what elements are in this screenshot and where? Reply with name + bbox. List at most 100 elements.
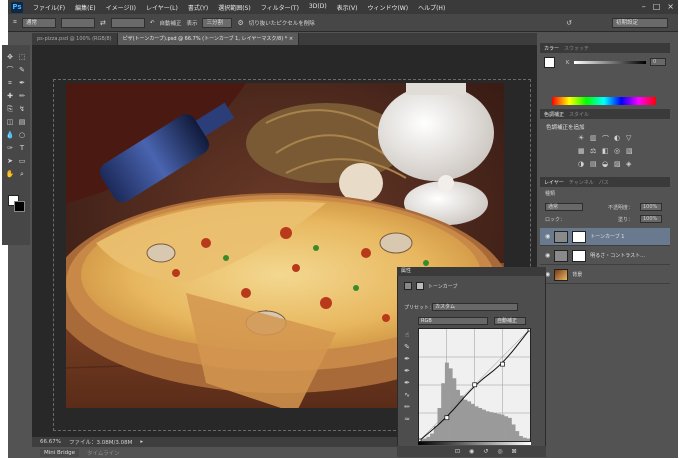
tab-color[interactable]: カラー	[544, 45, 559, 52]
doc-size-info[interactable]: ファイル：3.08M/3.08M	[69, 438, 132, 446]
tab-adjustments[interactable]: 色調補正	[544, 111, 564, 118]
curve-edit-icon[interactable]: ∿	[401, 390, 413, 400]
reset-icon[interactable]: ↺	[483, 448, 488, 455]
crop-tool-icon[interactable]: ⌗	[13, 18, 17, 27]
blur-icon[interactable]: 💧	[5, 131, 15, 140]
layer-row[interactable]: ◉ トーンカーブ 1	[540, 228, 670, 246]
layer-name[interactable]: 背景	[572, 271, 582, 278]
pencil-sample-icon[interactable]: ✎	[401, 342, 413, 352]
menu-item[interactable]: イメージ(I)	[101, 3, 141, 12]
gear-icon[interactable]: ⚙	[237, 19, 243, 27]
menu-item[interactable]: ウィンドウ(W)	[362, 3, 413, 12]
reset-icon[interactable]: ↺	[566, 19, 572, 27]
fill-input[interactable]: 100%	[640, 215, 662, 223]
properties-panel-header[interactable]: 属性	[397, 267, 546, 276]
eyedropper-gray-icon[interactable]: ✒	[401, 366, 413, 376]
curve-control-point[interactable]	[527, 326, 533, 332]
document-tab[interactable]: ps-pizza.psd @ 100% (RGB/8)	[32, 33, 118, 45]
tab-styles[interactable]: スタイル	[569, 111, 589, 118]
zoom-icon[interactable]: ⌕	[17, 170, 27, 179]
menu-item[interactable]: ヘルプ(H)	[413, 3, 450, 12]
preset-select[interactable]: カスタム	[432, 303, 518, 311]
k-slider[interactable]	[574, 61, 646, 64]
trash-icon[interactable]: ⊠	[512, 448, 517, 455]
marquee-icon[interactable]: ⬚	[17, 53, 27, 62]
quick-select-icon[interactable]: ✎	[17, 66, 27, 75]
clip-to-layer-icon[interactable]: ⊡	[455, 448, 460, 455]
selective-color-icon[interactable]: ◈	[626, 160, 631, 168]
ratio-select[interactable]: 通常	[21, 17, 56, 28]
color-balance-icon[interactable]: ⚖	[590, 147, 596, 155]
menu-item[interactable]: ファイル(F)	[28, 3, 70, 12]
hand-icon[interactable]: ✋	[5, 170, 15, 179]
menu-item[interactable]: フィルター(T)	[256, 3, 304, 12]
kind-filter[interactable]: 種類	[545, 190, 555, 197]
lasso-icon[interactable]: ⌒	[5, 66, 15, 75]
eye-icon[interactable]: ◉	[545, 252, 550, 259]
tab-swatches[interactable]: スウォッチ	[564, 45, 589, 52]
opacity-input[interactable]: 100%	[640, 203, 662, 211]
pencil-icon[interactable]: ✏	[401, 402, 413, 412]
straighten-label[interactable]: 自動補正	[159, 19, 181, 27]
curve-control-point[interactable]	[444, 415, 450, 421]
bottom-tab[interactable]: Mini Bridge	[40, 448, 79, 457]
type-icon[interactable]: T	[17, 144, 27, 153]
curves-icon[interactable]: ⌒	[602, 134, 609, 144]
layer-row[interactable]: ◉ 背景	[540, 266, 670, 284]
hue-icon[interactable]: ▦	[578, 147, 585, 155]
vibrance-icon[interactable]: ▽	[626, 134, 631, 142]
path-select-icon[interactable]: ➤	[5, 157, 15, 166]
delete-cropped-checkbox[interactable]: 切り抜いたピクセルを削除	[249, 19, 315, 27]
threshold-icon[interactable]: ◒	[602, 160, 608, 168]
k-value-input[interactable]: 0	[650, 58, 666, 66]
bw-icon[interactable]: ◧	[602, 147, 609, 155]
channel-select[interactable]: RGB	[418, 317, 488, 325]
curve-control-point[interactable]	[472, 382, 478, 388]
healing-icon[interactable]: ✚	[5, 92, 15, 101]
eye-icon[interactable]: ◉	[545, 233, 550, 240]
exposure-icon[interactable]: ◐	[614, 134, 620, 142]
brush-icon[interactable]: ✏	[17, 92, 27, 101]
menu-item[interactable]: レイヤー(L)	[141, 3, 183, 12]
background-color-swatch[interactable]	[14, 201, 25, 212]
smooth-icon[interactable]: ≈	[401, 414, 413, 424]
channel-mixer-icon[interactable]: ▧	[626, 147, 633, 155]
brightness-icon[interactable]: ☀	[578, 134, 584, 142]
tab-paths[interactable]: パス	[599, 179, 609, 186]
menu-item[interactable]: 表示(V)	[332, 3, 363, 12]
bottom-tab[interactable]: タイムライン	[83, 448, 124, 458]
layer-mask-thumbnail[interactable]	[572, 249, 587, 262]
minimize-icon[interactable]: –	[642, 2, 646, 11]
tab-channels[interactable]: チャンネル	[569, 179, 594, 186]
menu-item[interactable]: 3D(D)	[304, 3, 332, 12]
eyedropper-icon[interactable]: ✒	[17, 79, 27, 88]
tab-layers[interactable]: レイヤー	[544, 179, 564, 186]
workspace-select[interactable]: 初期設定	[612, 17, 668, 28]
history-brush-icon[interactable]: ↯	[17, 105, 27, 114]
view-previous-icon[interactable]: ◉	[469, 448, 474, 455]
menu-item[interactable]: 選択範囲(S)	[213, 3, 256, 12]
overlay-select[interactable]: 三分割	[202, 17, 233, 28]
crop-icon[interactable]: ⌗	[5, 79, 15, 88]
height-input[interactable]	[110, 17, 145, 28]
stamp-icon[interactable]: ⎘	[5, 105, 15, 114]
dodge-icon[interactable]: ○	[17, 131, 27, 140]
close-icon[interactable]: ×	[667, 2, 674, 11]
gradient-map-icon[interactable]: ▨	[614, 160, 621, 168]
width-input[interactable]	[60, 17, 95, 28]
gradient-icon[interactable]: ▤	[17, 118, 27, 127]
curve-control-point[interactable]	[416, 438, 422, 444]
curve-control-point[interactable]	[500, 361, 505, 367]
curves-graph[interactable]	[416, 326, 533, 444]
layer-mask-thumbnail[interactable]	[572, 230, 587, 243]
maximize-icon[interactable]: □	[653, 2, 661, 11]
foreground-swatch[interactable]	[544, 57, 555, 68]
hand-adjust-icon[interactable]: ☝	[401, 330, 413, 340]
mask-icon[interactable]	[416, 282, 424, 290]
layer-name[interactable]: トーンカーブ 1	[590, 233, 624, 240]
visibility-icon[interactable]: ◎	[497, 448, 502, 455]
auto-button[interactable]: 自動補正	[494, 317, 526, 325]
document-tab[interactable]: ピザ(トーンカーブ).psd @ 66.7% (トーンカーブ 1, レイヤーマス…	[117, 33, 300, 45]
swap-icon[interactable]: ⇄	[100, 19, 106, 27]
menu-item[interactable]: 書式(Y)	[183, 3, 213, 12]
